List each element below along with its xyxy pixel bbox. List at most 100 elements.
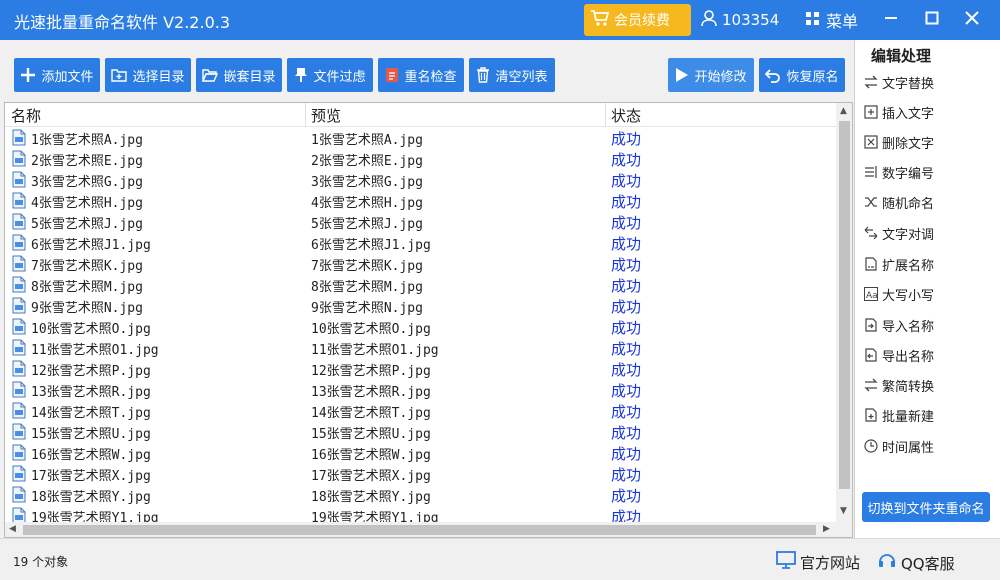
column-header-status[interactable]: 状态 bbox=[611, 105, 641, 125]
scroll-left-arrow-icon[interactable]: ◀ bbox=[9, 524, 16, 534]
edit-panel-item-label: 删除文字 bbox=[882, 136, 935, 152]
app-title: 光速批量重命名软件 V2.2.0.3 bbox=[14, 13, 231, 32]
table-row[interactable]: 4张雪艺术照H.jpg 4张雪艺术照H.jpg 成功 bbox=[5, 190, 836, 211]
file-name-cell: 12张雪艺术照P.jpg bbox=[31, 364, 151, 379]
insert-text-icon bbox=[863, 104, 879, 120]
clear-list-button[interactable]: 清空列表 bbox=[469, 58, 555, 92]
file-status-cell: 成功 bbox=[611, 445, 642, 463]
rename-check-label: 重名检查 bbox=[404, 69, 457, 85]
maximize-icon bbox=[925, 11, 939, 29]
edit-panel-item[interactable]: 数字编号 bbox=[863, 161, 993, 183]
edit-panel-item-label: 时间属性 bbox=[882, 440, 935, 456]
switch-folder-rename-button[interactable]: 切换到文件夹重命名 bbox=[862, 492, 990, 522]
vip-renew-label: 会员续费 bbox=[614, 13, 670, 29]
select-dir-button[interactable]: 选择目录 bbox=[105, 58, 191, 92]
file-preview-cell: 13张雪艺术照R.jpg bbox=[311, 385, 431, 400]
scroll-up-arrow-icon[interactable]: ▲ bbox=[840, 106, 847, 116]
table-row[interactable]: 18张雪艺术照Y.jpg 18张雪艺术照Y.jpg 成功 bbox=[5, 484, 836, 505]
file-name-cell: 1张雪艺术照A.jpg bbox=[31, 133, 143, 148]
edit-panel-title: 编辑处理 bbox=[871, 47, 932, 65]
edit-panel-item[interactable]: 随机命名 bbox=[863, 191, 993, 213]
edit-panel-item[interactable]: 繁简转换 bbox=[863, 374, 993, 396]
table-row[interactable]: 6张雪艺术照J1.jpg 6张雪艺术照J1.jpg 成功 bbox=[5, 232, 836, 253]
file-list[interactable]: 名称 预览 状态 1张雪艺术照A.jpg 1张雪艺术照A.jpg 成功 2张雪艺术照E… bbox=[4, 102, 853, 538]
table-row[interactable]: 17张雪艺术照X.jpg 17张雪艺术照X.jpg 成功 bbox=[5, 463, 836, 484]
image-file-icon bbox=[12, 129, 26, 146]
edit-panel-item[interactable]: 文字替换 bbox=[863, 71, 993, 93]
edit-panel-item[interactable]: 导出名称 bbox=[863, 344, 993, 366]
table-row[interactable]: 5张雪艺术照J.jpg 5张雪艺术照J.jpg 成功 bbox=[5, 211, 836, 232]
table-row[interactable]: 1张雪艺术照A.jpg 1张雪艺术照A.jpg 成功 bbox=[5, 127, 836, 148]
file-preview-cell: 18张雪艺术照Y.jpg bbox=[311, 490, 431, 505]
file-preview-cell: 1张雪艺术照A.jpg bbox=[311, 133, 423, 148]
menu-button[interactable]: 菜单 bbox=[806, 8, 858, 32]
official-website-label: 官方网站 bbox=[800, 553, 861, 572]
table-row[interactable]: 11张雪艺术照O1.jpg 11张雪艺术照O1.jpg 成功 bbox=[5, 337, 836, 358]
scroll-right-arrow-icon[interactable]: ▶ bbox=[823, 524, 830, 534]
table-row[interactable]: 19张雪艺术照Y1.jpg 19张雪艺术照Y1.jpg 成功 bbox=[5, 505, 836, 523]
table-row[interactable]: 14张雪艺术照T.jpg 14张雪艺术照T.jpg 成功 bbox=[5, 400, 836, 421]
file-status-cell: 成功 bbox=[611, 151, 642, 169]
case-icon: Aa bbox=[863, 286, 879, 302]
edit-panel-item[interactable]: 文字对调 bbox=[863, 222, 993, 244]
table-row[interactable]: 7张雪艺术照K.jpg 7张雪艺术照K.jpg 成功 bbox=[5, 253, 836, 274]
add-files-button[interactable]: 添加文件 bbox=[14, 58, 100, 92]
filter-icon bbox=[294, 67, 308, 83]
table-row[interactable]: 2张雪艺术照E.jpg 2张雪艺术照E.jpg 成功 bbox=[5, 148, 836, 169]
horizontal-scrollbar[interactable]: ◀ ▶ bbox=[5, 522, 852, 537]
qq-service-link[interactable]: QQ客服 bbox=[877, 551, 955, 575]
table-row[interactable]: 15张雪艺术照U.jpg 15张雪艺术照U.jpg 成功 bbox=[5, 421, 836, 442]
table-row[interactable]: 12张雪艺术照P.jpg 12张雪艺术照P.jpg 成功 bbox=[5, 358, 836, 379]
image-file-icon bbox=[12, 171, 26, 188]
start-modify-button[interactable]: 开始修改 bbox=[668, 58, 754, 92]
edit-panel: 编辑处理 文字替换 插入文字 删除文字 数字编号 随机命名 文字对调 扩展名称 Aa 大写小写导… bbox=[854, 40, 1000, 538]
close-button[interactable] bbox=[958, 6, 986, 34]
edit-panel-item[interactable]: 扩展名称 bbox=[863, 253, 993, 275]
nested-dir-button[interactable]: 嵌套目录 bbox=[196, 58, 282, 92]
table-row[interactable]: 3张雪艺术照G.jpg 3张雪艺术照G.jpg 成功 bbox=[5, 169, 836, 190]
table-row[interactable]: 9张雪艺术照N.jpg 9张雪艺术照N.jpg 成功 bbox=[5, 295, 836, 316]
column-divider[interactable] bbox=[605, 103, 606, 127]
edit-panel-item-label: 大写小写 bbox=[882, 288, 935, 304]
maximize-button[interactable] bbox=[918, 6, 946, 34]
table-row[interactable]: 8张雪艺术照M.jpg 8张雪艺术照M.jpg 成功 bbox=[5, 274, 836, 295]
column-header-preview[interactable]: 预览 bbox=[311, 105, 341, 125]
image-file-icon bbox=[12, 318, 26, 335]
table-row[interactable]: 13张雪艺术照R.jpg 13张雪艺术照R.jpg 成功 bbox=[5, 379, 836, 400]
table-row[interactable]: 10张雪艺术照O.jpg 10张雪艺术照O.jpg 成功 bbox=[5, 316, 836, 337]
edit-panel-item[interactable]: 时间属性 bbox=[863, 435, 993, 457]
headset-icon bbox=[877, 551, 901, 575]
file-name-cell: 7张雪艺术照K.jpg bbox=[31, 259, 143, 274]
list-header: 名称 预览 状态 bbox=[5, 103, 836, 127]
file-status-cell: 成功 bbox=[611, 508, 642, 523]
vip-renew-button[interactable]: 会员续费 bbox=[584, 4, 691, 36]
edit-panel-item[interactable]: 导入名称 bbox=[863, 314, 993, 336]
edit-panel-item[interactable]: Aa 大写小写 bbox=[863, 283, 993, 305]
column-divider[interactable] bbox=[305, 103, 306, 127]
image-file-icon bbox=[12, 402, 26, 419]
image-file-icon bbox=[12, 276, 26, 293]
file-name-cell: 16张雪艺术照W.jpg bbox=[31, 448, 151, 463]
vertical-scrollbar[interactable]: ▲ ▼ bbox=[836, 103, 852, 522]
scroll-down-arrow-icon[interactable]: ▼ bbox=[840, 506, 847, 516]
rename-check-button[interactable]: 重名检查 bbox=[378, 58, 464, 92]
table-row[interactable]: 16张雪艺术照W.jpg 16张雪艺术照W.jpg 成功 bbox=[5, 442, 836, 463]
minimize-button[interactable] bbox=[877, 6, 905, 34]
horizontal-scroll-thumb[interactable] bbox=[23, 525, 816, 535]
edit-panel-item-label: 扩展名称 bbox=[882, 258, 935, 274]
edit-panel-item-label: 批量新建 bbox=[882, 409, 935, 425]
vertical-scroll-thumb[interactable] bbox=[839, 121, 850, 489]
delete-text-icon bbox=[863, 134, 879, 150]
file-filter-button[interactable]: 文件过虑 bbox=[287, 58, 373, 92]
official-website-link[interactable]: 官方网站 bbox=[776, 551, 860, 573]
edit-panel-item[interactable]: 删除文字 bbox=[863, 131, 993, 153]
plus-icon bbox=[20, 67, 36, 83]
edit-panel-item[interactable]: 插入文字 bbox=[863, 101, 993, 123]
file-preview-cell: 14张雪艺术照T.jpg bbox=[311, 406, 431, 421]
restore-names-button[interactable]: 恢复原名 bbox=[759, 58, 845, 92]
edit-panel-item[interactable]: 批量新建 bbox=[863, 404, 993, 426]
user-id: 103354 bbox=[722, 11, 780, 29]
column-header-name[interactable]: 名称 bbox=[11, 105, 41, 125]
user-account[interactable]: 103354 bbox=[700, 9, 779, 31]
file-name-cell: 3张雪艺术照G.jpg bbox=[31, 175, 143, 190]
